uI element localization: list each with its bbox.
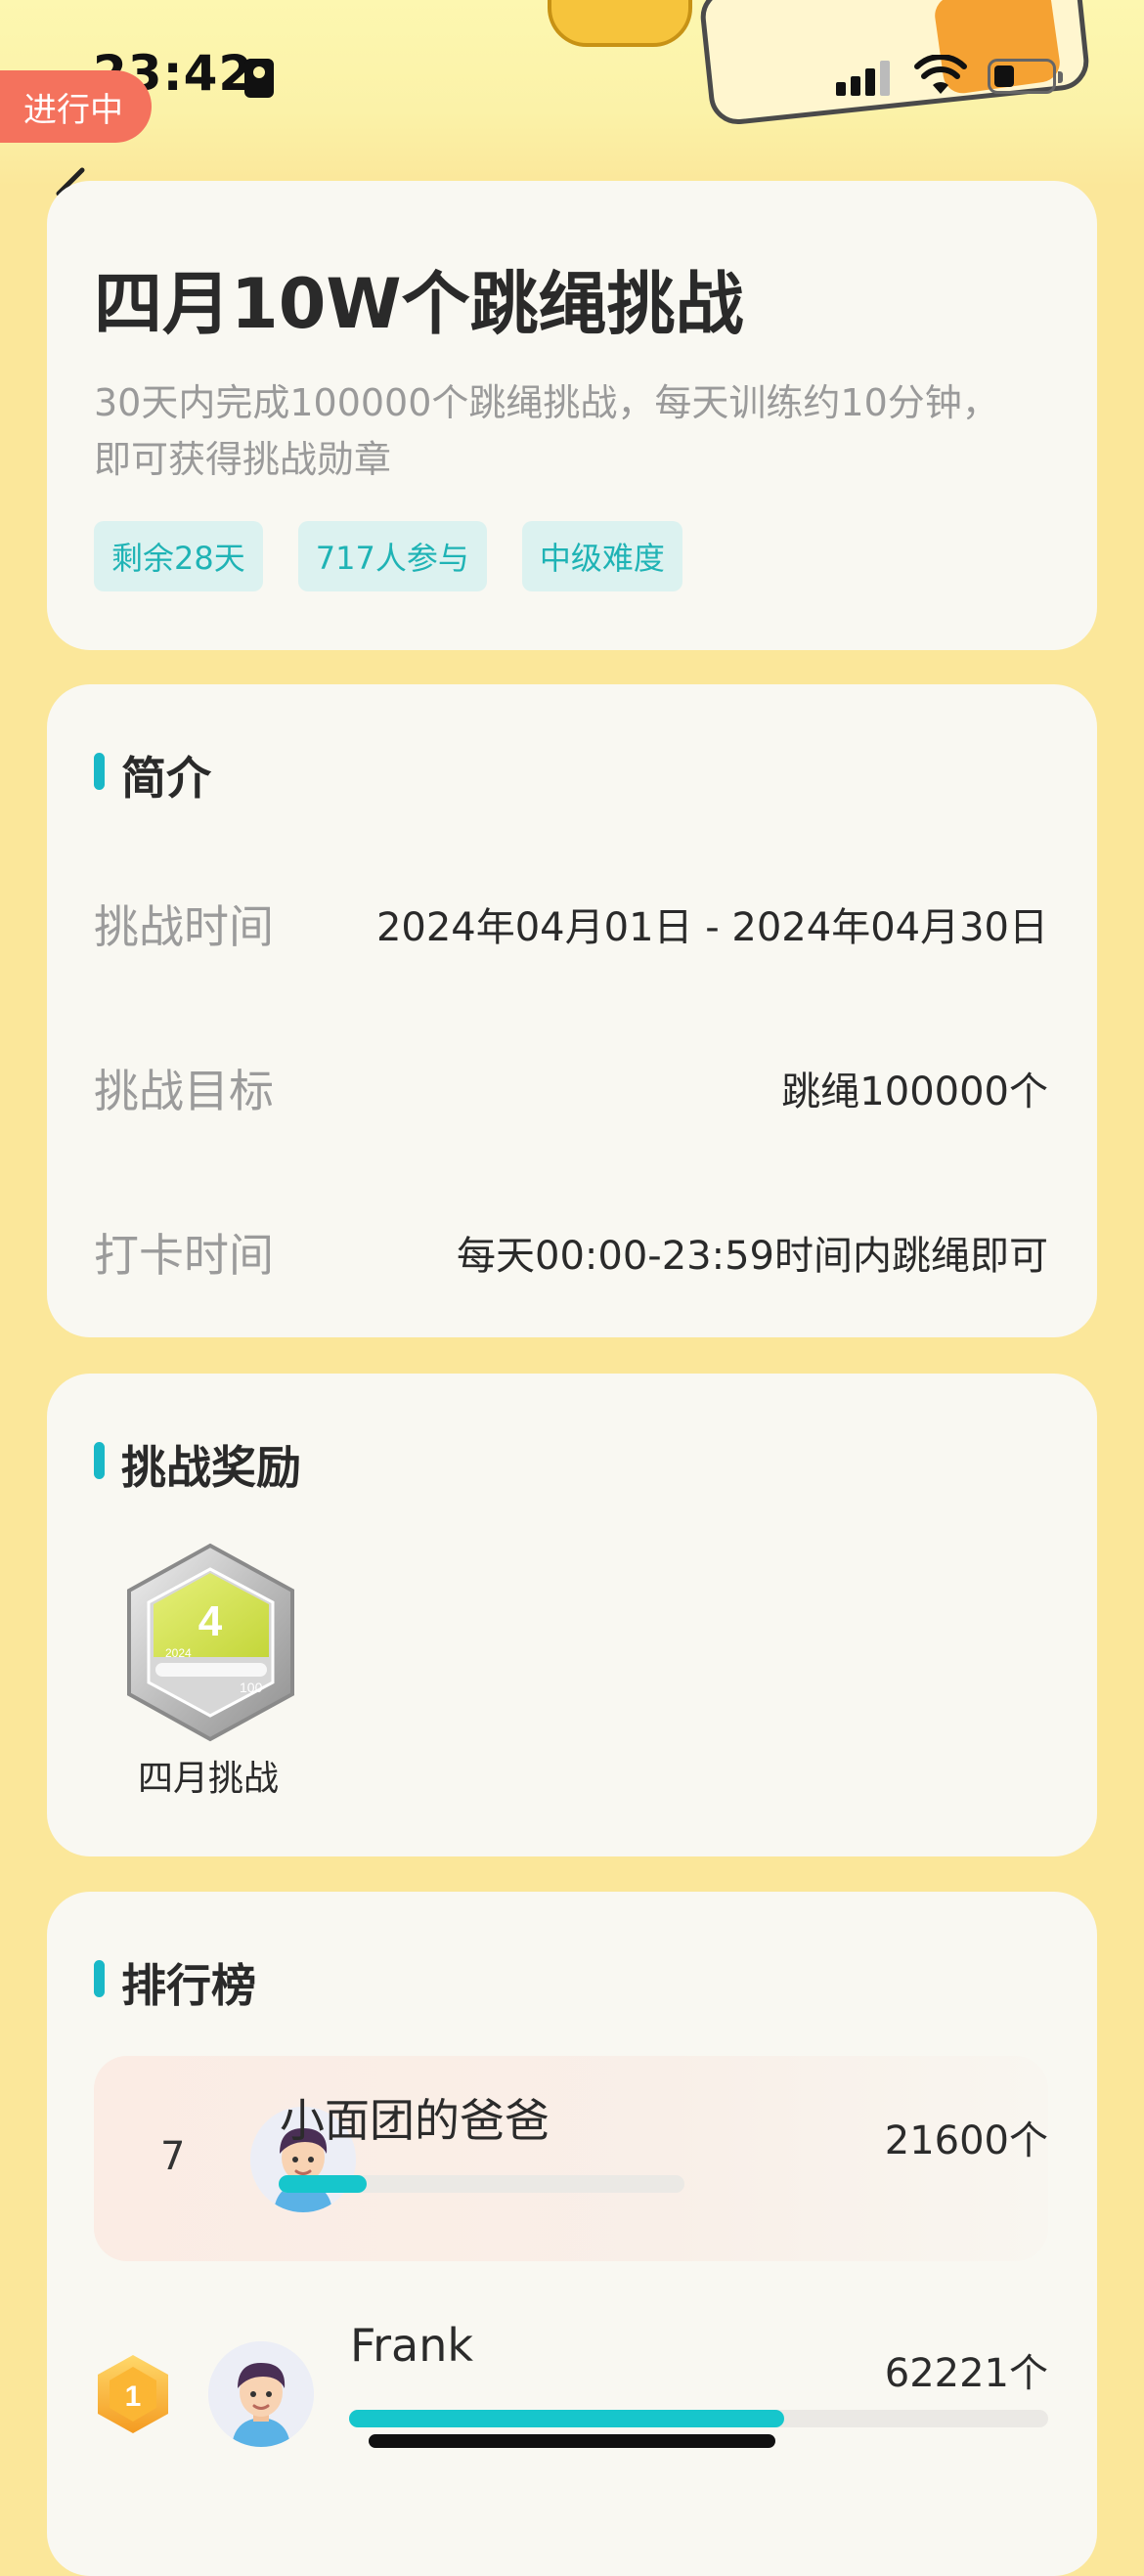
leaderboard-card: 排行榜 7 小面团的爸爸 21600个 1 Frank 62221个 bbox=[47, 1892, 1097, 2576]
tag-difficulty: 中级难度 bbox=[521, 521, 682, 591]
intro-card: 简介 挑战时间 2024年04月01日 - 2024年04月30日 挑战目标 跳… bbox=[47, 684, 1097, 1337]
home-indicator bbox=[369, 2434, 775, 2448]
intro-section-title: 简介 bbox=[94, 743, 211, 808]
info-row-challenge-goal: 挑战目标 跳绳100000个 bbox=[94, 1056, 1048, 1120]
medal-badge-icon[interactable]: 4 2024 100 bbox=[120, 1540, 301, 1745]
challenge-summary-card: 四月10W个跳绳挑战 30天内完成100000个跳绳挑战，每天训练约10分钟，即… bbox=[47, 181, 1097, 650]
medal-name: 四月挑战 bbox=[137, 1759, 279, 1799]
info-label: 打卡时间 bbox=[94, 1229, 274, 1282]
info-label: 挑战目标 bbox=[94, 1065, 274, 1117]
medal-text-left: 2024 bbox=[165, 1646, 192, 1660]
gold-rank-badge-icon: 1 bbox=[98, 2355, 168, 2433]
rank-progress-bar bbox=[349, 2410, 1048, 2427]
my-rank-count: 21600个 bbox=[884, 2118, 1048, 2163]
my-rank-row[interactable]: 7 小面团的爸爸 21600个 bbox=[94, 2056, 1048, 2261]
challenge-tags: 剩余28天 717人参与 中级难度 bbox=[94, 521, 682, 591]
tag-days-left: 剩余28天 bbox=[94, 521, 263, 591]
battery-icon bbox=[988, 59, 1063, 94]
my-rank-name: 小面团的爸爸 bbox=[280, 2094, 550, 2147]
reward-card: 挑战奖励 4 2024 100 四月挑战 bbox=[47, 1374, 1097, 1856]
rank-progress-fill bbox=[349, 2410, 784, 2427]
my-progress-fill bbox=[279, 2175, 367, 2193]
challenge-status-badge: 进行中 bbox=[0, 70, 152, 143]
challenge-title: 四月10W个跳绳挑战 bbox=[94, 264, 744, 344]
contact-card-icon bbox=[244, 59, 274, 98]
rank-number: 1 bbox=[125, 2380, 142, 2413]
info-row-checkin-time: 打卡时间 每天00:00-23:59时间内跳绳即可 bbox=[94, 1220, 1048, 1285]
my-progress-bar bbox=[279, 2175, 684, 2193]
wifi-icon bbox=[914, 55, 967, 94]
info-value: 2024年04月01日 - 2024年04月30日 bbox=[375, 905, 1048, 950]
rank-name: Frank bbox=[350, 2319, 474, 2372]
info-label: 挑战时间 bbox=[94, 900, 274, 953]
info-value: 跳绳100000个 bbox=[781, 1070, 1048, 1114]
status-bar: 23:42 bbox=[0, 0, 1144, 147]
my-rank-number: 7 bbox=[160, 2134, 186, 2179]
medal-glyph: 4 bbox=[198, 1597, 223, 1645]
cellular-signal-icon bbox=[836, 61, 893, 96]
info-value: 每天00:00-23:59时间内跳绳即可 bbox=[457, 1234, 1048, 1279]
rank-count: 62221个 bbox=[884, 2351, 1048, 2396]
tag-participants: 717人参与 bbox=[297, 521, 487, 591]
avatar bbox=[208, 2341, 314, 2447]
challenge-description: 30天内完成100000个跳绳挑战，每天训练约10分钟，即可获得挑战勋章 bbox=[94, 381, 999, 481]
reward-section-title: 挑战奖励 bbox=[94, 1432, 301, 1497]
leaderboard-section-title: 排行榜 bbox=[94, 1950, 256, 2015]
info-row-challenge-time: 挑战时间 2024年04月01日 - 2024年04月30日 bbox=[94, 892, 1048, 956]
medal-text-right: 100 bbox=[240, 1680, 263, 1695]
